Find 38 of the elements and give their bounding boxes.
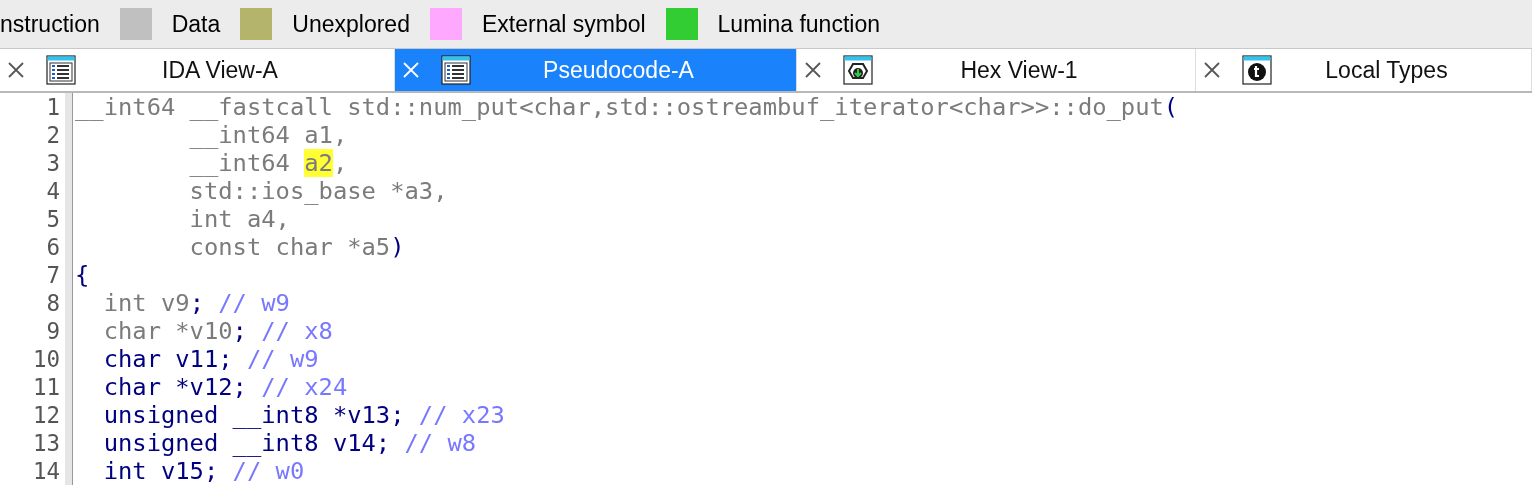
code-line: char *v12; // x24 <box>102 373 349 401</box>
code-line: int a4, <box>188 205 291 233</box>
line-number: 1 <box>45 93 60 121</box>
legend-label: Data <box>171 10 221 38</box>
types-icon <box>1242 55 1272 85</box>
code-line: const char *a5) <box>188 233 406 261</box>
line-number: 11 <box>31 373 60 401</box>
line-number: 3 <box>45 149 60 177</box>
hex-icon <box>843 55 873 85</box>
line-number: 9 <box>45 317 60 345</box>
line-number: 12 <box>31 401 60 429</box>
legend-label: nstruction <box>0 10 100 38</box>
legend-label: Unexplored <box>292 10 410 38</box>
line-number: 10 <box>31 345 60 373</box>
line-number: 5 <box>45 205 60 233</box>
tab[interactable]: Pseudocode-A <box>395 49 797 91</box>
code-line: __int64 a2, <box>188 149 349 177</box>
line-number: 8 <box>45 289 60 317</box>
line-number: 6 <box>45 233 60 261</box>
legend-label: Lumina function <box>717 10 880 38</box>
legend-label: External symbol <box>481 10 646 38</box>
code-line: { <box>75 261 91 289</box>
code-line: int v9; // w9 <box>102 289 291 317</box>
line-number: 13 <box>31 429 60 457</box>
line-number: 2 <box>45 121 60 149</box>
code-line: int v15; // w0 <box>102 457 306 485</box>
listing-icon <box>441 55 471 85</box>
code-line: unsigned __int8 *v13; // x23 <box>102 401 506 429</box>
code-line: __int64 __fastcall std::num_put<char,std::ostreambuf_iterator<char>>::do_put( <box>75 93 1179 121</box>
code-line: __int64 a1, <box>188 121 349 149</box>
code-line: char *v10; // x8 <box>102 317 334 345</box>
line-number: 14 <box>31 457 60 485</box>
code-line: std::ios_base *a3, <box>188 177 449 205</box>
code-line: char v11; // w9 <box>102 345 320 373</box>
listing-icon <box>46 55 76 85</box>
line-number: 7 <box>45 261 60 289</box>
line-number: 4 <box>45 177 60 205</box>
code-line: unsigned __int8 v14; // w8 <box>102 429 478 457</box>
